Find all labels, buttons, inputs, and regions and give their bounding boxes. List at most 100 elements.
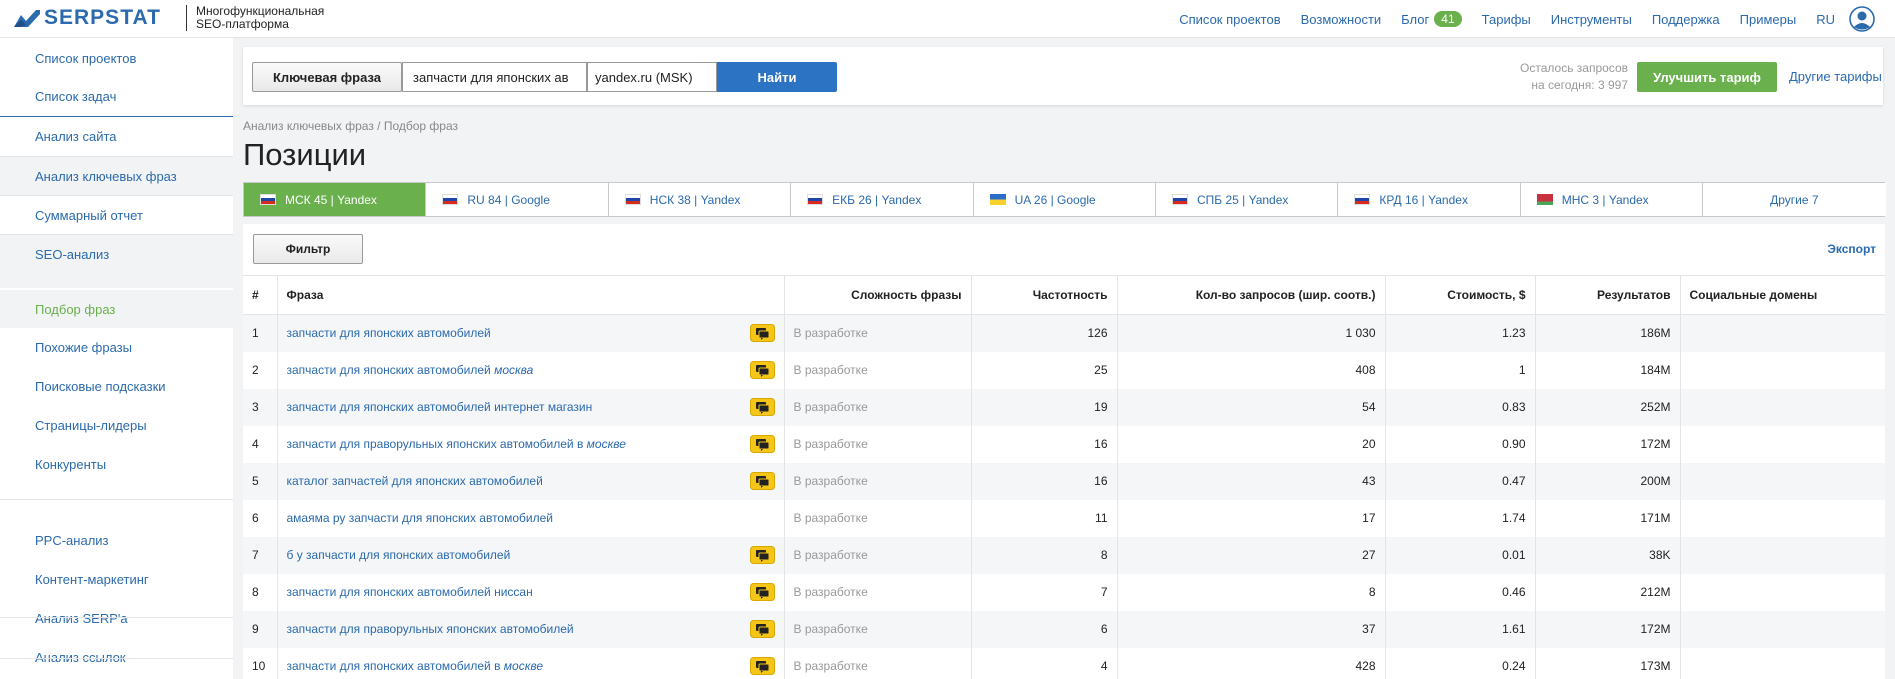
serp-snippet-icon[interactable]	[749, 398, 775, 416]
flag-ru-icon	[807, 194, 824, 205]
tab-spb-yandex[interactable]: СПБ 25 | Yandex	[1155, 183, 1339, 216]
social-domains-cell	[1680, 536, 1885, 574]
results-cell: 184M	[1535, 351, 1681, 389]
phrase-link[interactable]: запчасти для японских автомобилей интерн…	[287, 400, 593, 414]
requests-limit: Осталось запросов на сегодня: 3 997	[1508, 60, 1628, 94]
serp-snippet-icon[interactable]	[749, 657, 775, 675]
sidebar-item-summary[interactable]: Суммарный отчет	[0, 196, 233, 234]
upgrade-plan-button[interactable]: Улучшить тариф	[1637, 62, 1777, 92]
logo-text: SERPSTAT	[44, 6, 161, 29]
phrase-link[interactable]: амаяма ру запчасти для японских автомоби…	[287, 511, 553, 525]
phrase-link[interactable]: каталог запчастей для японских автомобил…	[287, 474, 543, 488]
tab-others[interactable]: Другие 7	[1703, 183, 1886, 216]
results-cell: 252M	[1535, 388, 1681, 426]
sidebar-item-top-pages[interactable]: Страницы-лидеры	[0, 406, 233, 444]
sidebar-item-rank-tracking[interactable]: Мониторинг позиций	[0, 666, 233, 679]
serp-snippet-icon[interactable]	[749, 435, 775, 453]
column-header-cost[interactable]: Стоимость, $	[1385, 275, 1536, 315]
frequency-cell: 7	[971, 573, 1118, 611]
phrase-text: запчасти для японских автомобилей в	[286, 659, 504, 673]
difficulty-cell: В разработке	[784, 647, 972, 679]
nav-projects[interactable]: Список проектов	[1179, 12, 1280, 27]
sidebar-divider	[0, 499, 233, 500]
broad-queries-cell: 20	[1117, 425, 1386, 463]
nav-language[interactable]: RU	[1816, 12, 1835, 27]
serp-snippet-icon[interactable]	[749, 324, 775, 343]
tab-msk-yandex[interactable]: МСК 45 | Yandex	[244, 183, 427, 216]
broad-queries-cell: 408	[1117, 351, 1386, 389]
phrase-link[interactable]: запчасти для японских автомобилей ниссан	[287, 585, 533, 599]
phrase-link[interactable]: запчасти для праворульных японских автом…	[287, 622, 574, 636]
cost-cell: 1.23	[1385, 314, 1536, 352]
sidebar-item-seo-analysis[interactable]: SEO-анализ	[0, 235, 233, 273]
phrase-text-italic: москве	[503, 659, 544, 673]
column-header-social-domains[interactable]: Социальные домены	[1680, 275, 1885, 315]
tab-ru-google[interactable]: RU 84 | Google	[426, 183, 609, 216]
sidebar-item-phrase-selection[interactable]: Подбор фраз	[0, 290, 233, 328]
tab-label: ЕКБ 26 | Yandex	[832, 192, 922, 207]
serp-snippet-icon[interactable]	[749, 361, 775, 379]
social-domains-cell	[1680, 648, 1885, 679]
serp-snippet-icon[interactable]	[749, 546, 775, 564]
sidebar-item-ppc[interactable]: PPC-анализ	[0, 521, 233, 559]
find-button[interactable]: Найти	[717, 62, 837, 92]
broad-queries-cell: 37	[1117, 610, 1386, 648]
nav-blog[interactable]: Блог 41	[1401, 11, 1462, 27]
limits-line1: Осталось запросов	[1520, 61, 1628, 75]
serpstat-logo[interactable]: SERPSTAT	[12, 6, 161, 30]
phrase-link[interactable]: запчасти для праворульных японских автом…	[287, 437, 626, 451]
nav-tools[interactable]: Инструменты	[1551, 12, 1632, 27]
cost-cell: 1	[1385, 351, 1536, 389]
column-header-frequency[interactable]: Частотность	[971, 275, 1118, 315]
logo-divider	[186, 5, 187, 31]
sidebar-item-content-marketing[interactable]: Контент-маркетинг	[0, 560, 233, 598]
phrase-link[interactable]: запчасти для японских автомобилей в моск…	[287, 659, 544, 673]
keyword-input[interactable]	[402, 62, 587, 92]
phrase-text: запчасти для японских автомобилей	[286, 326, 491, 341]
tab-ua-google[interactable]: UA 26 | Google	[973, 183, 1156, 216]
serp-snippet-icon[interactable]	[749, 620, 775, 638]
table-row: 9 запчасти для праворульных японских авто…	[243, 610, 1885, 648]
column-header-broad-queries[interactable]: Кол-во запросов (шир. соотв.)	[1117, 275, 1386, 315]
sidebar-item-similar-phrases[interactable]: Похожие фразы	[0, 328, 233, 366]
nav-pricing[interactable]: Тарифы	[1482, 12, 1531, 27]
sidebar-item-search-suggestions[interactable]: Поисковые подсказки	[0, 367, 233, 405]
tab-krd-yandex[interactable]: КРД 16 | Yandex	[1338, 183, 1521, 216]
tab-nsk-yandex[interactable]: НСК 38 | Yandex	[608, 183, 792, 216]
serp-snippet-icon[interactable]	[749, 472, 775, 490]
sidebar-item-serp-analysis[interactable]: Анализ SERP'а	[0, 599, 233, 637]
column-header-phrase[interactable]: Фраза	[277, 275, 785, 315]
filter-button[interactable]: Фильтр	[253, 234, 363, 264]
sidebar-item-site-analysis[interactable]: Анализ сайта	[0, 117, 233, 155]
flag-by-icon	[1536, 194, 1553, 205]
sidebar-item-projects[interactable]: Список проектов	[0, 39, 233, 77]
export-link[interactable]: Экспорт	[1827, 242, 1876, 256]
database-input[interactable]	[587, 62, 717, 92]
column-header-difficulty[interactable]: Сложность фразы	[784, 275, 972, 315]
user-circle-icon[interactable]	[1849, 6, 1875, 32]
table-row: 5 каталог запчастей для японских автомоби…	[243, 462, 1885, 500]
tab-mns-yandex[interactable]: МНС 3 | Yandex	[1520, 183, 1704, 216]
sidebar-item-keyword-analysis[interactable]: Анализ ключевых фраз	[0, 157, 233, 195]
search-mode-select[interactable]: Ключевая фраза	[252, 62, 402, 92]
results-cell: 38K	[1535, 536, 1681, 574]
tab-label: МНС 3 | Yandex	[1561, 192, 1649, 207]
nav-examples[interactable]: Примеры	[1740, 12, 1797, 27]
sidebar-item-competitors[interactable]: Конкуренты	[0, 445, 233, 483]
tab-ekb-yandex[interactable]: ЕКБ 26 | Yandex	[791, 183, 974, 216]
phrase-text: запчасти для праворульных японских автом…	[286, 622, 574, 636]
sidebar-item-tasks[interactable]: Список задач	[0, 77, 233, 115]
nav-support[interactable]: Поддержка	[1652, 12, 1720, 27]
phrase-cell: запчасти для японских автомобилей	[277, 314, 785, 352]
phrase-link[interactable]: запчасти для японских автомобилей	[287, 326, 491, 340]
other-plans-link[interactable]: Другие тарифы	[1789, 69, 1882, 84]
difficulty-cell: В разработке	[784, 351, 972, 389]
column-header-results[interactable]: Результатов	[1535, 275, 1681, 315]
results-cell: 172M	[1535, 425, 1681, 463]
table-row: 10 запчасти для японских автомобилей в мо…	[243, 647, 1885, 679]
phrase-link[interactable]: б у запчасти для японских автомобилей	[287, 548, 511, 562]
column-header-number[interactable]: #	[243, 275, 278, 315]
serp-snippet-icon[interactable]	[749, 583, 775, 601]
phrase-link[interactable]: запчасти для японских автомобилей москва	[287, 363, 534, 377]
nav-features[interactable]: Возможности	[1301, 12, 1382, 27]
